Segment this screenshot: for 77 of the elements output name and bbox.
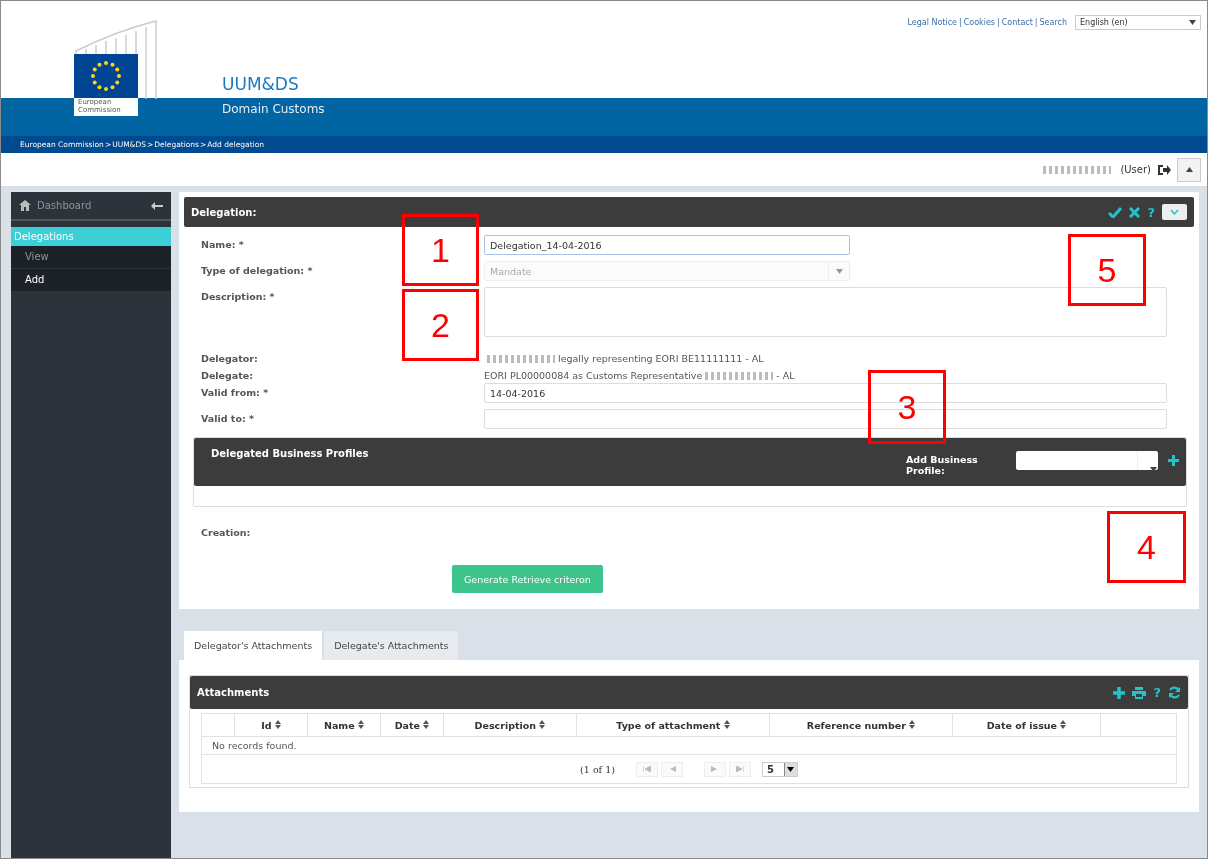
field-label: Valid to: * bbox=[200, 412, 255, 424]
sort-icon bbox=[539, 719, 546, 729]
sidebar-subitem[interactable]: Add bbox=[11, 269, 171, 292]
app-subtitle: Domain Customs bbox=[222, 102, 325, 116]
first-page-icon bbox=[642, 766, 651, 772]
plus-icon[interactable] bbox=[1168, 455, 1179, 466]
name-input[interactable]: Delegation_14-04-2016 bbox=[484, 235, 850, 255]
page-info: (1 of 1) bbox=[580, 763, 615, 775]
app-title: UUM&DS bbox=[222, 74, 299, 94]
top-link[interactable]: Cookies bbox=[963, 18, 995, 27]
help-icon[interactable]: ? bbox=[1153, 685, 1161, 700]
sidebar-subitem[interactable]: View bbox=[11, 246, 171, 269]
field-value: - AL bbox=[776, 370, 795, 381]
refresh-icon[interactable] bbox=[1168, 686, 1181, 699]
column-header[interactable]: Description bbox=[443, 713, 577, 737]
field-label: Type of delegation: * bbox=[200, 264, 314, 276]
caret-icon bbox=[835, 268, 843, 274]
sort-icon bbox=[274, 719, 281, 729]
callout-box: 4 bbox=[1107, 511, 1186, 583]
column-header[interactable]: Id bbox=[234, 713, 308, 737]
field-label: Delegate: bbox=[200, 369, 255, 381]
next-icon bbox=[710, 766, 719, 772]
sort-icon bbox=[1060, 719, 1067, 729]
eu-flag-icon bbox=[74, 54, 138, 98]
sort-icon bbox=[423, 719, 430, 729]
tab[interactable]: Delegator's Attachments bbox=[184, 631, 323, 660]
column-header[interactable]: Date bbox=[380, 713, 444, 737]
help-icon[interactable]: ? bbox=[1147, 204, 1155, 220]
field-label: Creation: bbox=[200, 526, 251, 538]
close-icon[interactable] bbox=[1129, 206, 1141, 218]
profiles-title: Delegated Business Profiles bbox=[211, 448, 369, 459]
chevron-down-icon bbox=[1170, 209, 1179, 215]
field-value: EORI PL00000084 as Customs Representative bbox=[484, 370, 703, 381]
callout-box: 5 bbox=[1068, 234, 1146, 306]
column-header[interactable]: Name bbox=[307, 713, 381, 737]
plus-icon[interactable] bbox=[1113, 686, 1126, 699]
logout-icon[interactable] bbox=[1157, 163, 1171, 176]
sort-icon bbox=[723, 719, 730, 729]
redacted-text bbox=[1043, 165, 1112, 174]
callout-box: 1 bbox=[402, 214, 479, 286]
field-label: Name: * bbox=[200, 238, 245, 250]
top-link[interactable]: Contact bbox=[1001, 18, 1033, 27]
sort-icon bbox=[358, 719, 364, 729]
field-value: legally representing EORI BE11111111 - AL bbox=[558, 353, 764, 364]
caret-icon bbox=[1189, 20, 1196, 25]
field-label: Delegator: bbox=[200, 352, 259, 364]
link-separator: | bbox=[958, 18, 962, 27]
field-label: Description: * bbox=[200, 290, 276, 302]
dashboard-link[interactable]: Dashboard bbox=[37, 200, 92, 211]
top-link[interactable]: Search bbox=[1039, 18, 1067, 27]
empty-message: No records found. bbox=[201, 736, 1177, 755]
callout-box: 2 bbox=[402, 289, 479, 361]
callout-box: 3 bbox=[868, 370, 946, 444]
language-select[interactable]: English (en) bbox=[1075, 15, 1201, 30]
field-label: Valid from: * bbox=[200, 386, 270, 398]
column-header[interactable]: Reference number bbox=[769, 713, 953, 737]
check-icon[interactable] bbox=[1108, 206, 1123, 218]
caret-icon bbox=[787, 766, 795, 772]
last-page-icon bbox=[735, 766, 744, 772]
link-separator: | bbox=[997, 18, 1000, 27]
user-role: (User) bbox=[1120, 164, 1151, 175]
column-header[interactable]: Type of attachment bbox=[576, 713, 770, 737]
rows-per-page-select[interactable]: 5 bbox=[761, 761, 798, 777]
home-icon bbox=[19, 200, 31, 211]
column-header[interactable]: Date of issue bbox=[952, 713, 1101, 737]
caret-icon bbox=[1149, 466, 1157, 472]
print-icon[interactable] bbox=[1132, 686, 1147, 699]
add-profile-label: Add Business Profile: bbox=[906, 454, 979, 476]
sort-icon bbox=[909, 719, 916, 729]
top-link[interactable]: Legal Notice bbox=[907, 18, 957, 27]
link-separator: | bbox=[1034, 18, 1038, 27]
scroll-up-button[interactable] bbox=[1177, 157, 1201, 182]
tab[interactable]: Delegate's Attachments bbox=[324, 631, 459, 660]
attachments-title: Attachments bbox=[197, 687, 270, 698]
arrow-left-icon[interactable] bbox=[151, 201, 163, 210]
panel-title: Delegation: bbox=[191, 206, 257, 218]
caret-up-icon bbox=[1185, 167, 1193, 172]
